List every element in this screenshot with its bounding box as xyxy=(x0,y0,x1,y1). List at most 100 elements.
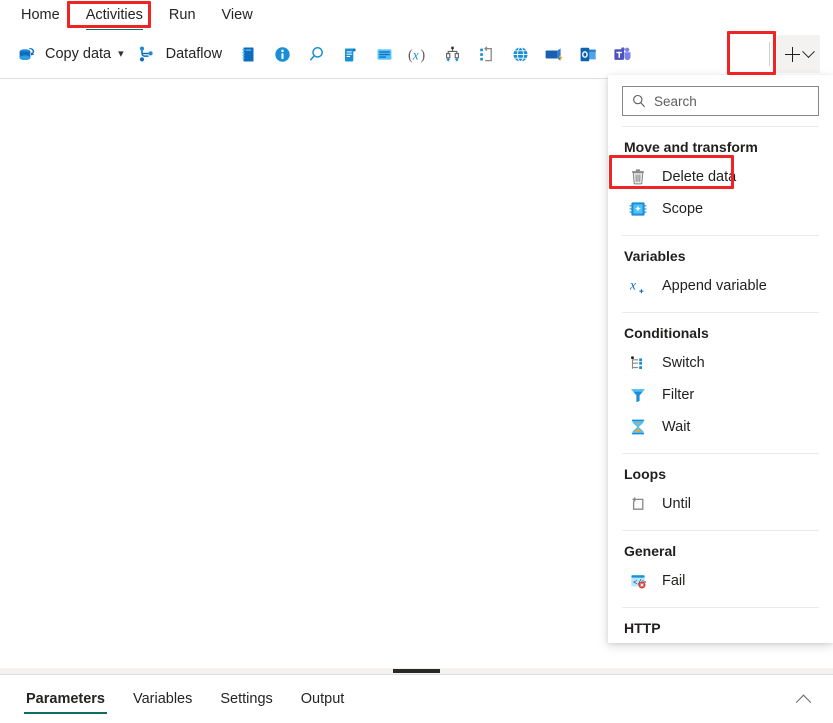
group-spacer xyxy=(622,520,819,530)
chevron-down-icon: ▾ xyxy=(118,49,124,60)
activity-item-wait[interactable]: Wait xyxy=(622,411,819,443)
tab-settings[interactable]: Settings xyxy=(206,675,286,723)
ribbon-tab-label: Home xyxy=(21,7,60,23)
search-input[interactable] xyxy=(654,94,818,109)
toolbar-script[interactable] xyxy=(334,37,366,71)
toolbar-if-condition[interactable] xyxy=(436,37,468,71)
append-variable-icon: x xyxy=(628,276,648,296)
add-activity-button[interactable] xyxy=(777,35,820,73)
svg-text:): ) xyxy=(420,47,425,63)
activity-item-label: Fail xyxy=(662,573,685,589)
azure-function-icon xyxy=(543,43,565,65)
svg-text:x: x xyxy=(629,277,636,292)
tab-parameters[interactable]: Parameters xyxy=(12,675,119,723)
ribbon-tab-activities[interactable]: Activities xyxy=(73,0,156,30)
ribbon-tab-view[interactable]: View xyxy=(209,0,266,30)
toolbar-copy-data[interactable]: Copy data ▾ xyxy=(10,37,129,71)
toolbar-item-label: Dataflow xyxy=(166,46,222,62)
pane-tab-label: Output xyxy=(301,691,345,707)
teams-icon xyxy=(611,43,633,65)
activity-group-general: General </> Fail xyxy=(622,530,819,607)
bottom-pane-resize-handle[interactable] xyxy=(0,668,833,674)
collapse-pane-button[interactable] xyxy=(789,685,817,713)
group-spacer xyxy=(622,225,819,235)
activity-group-conditionals: Conditionals Switch xyxy=(622,312,819,453)
activity-group-variables: Variables x Append variable xyxy=(622,235,819,312)
activity-group-move-and-transform: Move and transform Delete data xyxy=(622,126,819,235)
ribbon-tab-home[interactable]: Home xyxy=(8,0,73,30)
activity-item-webhook[interactable]: WebHook xyxy=(622,642,819,643)
tab-variables[interactable]: Variables xyxy=(119,675,206,723)
activity-picker-flyout: Move and transform Delete data xyxy=(608,75,833,643)
ribbon-tab-run[interactable]: Run xyxy=(156,0,209,30)
activity-item-label: Scope xyxy=(662,201,703,217)
toolbar-item-label: Copy data xyxy=(45,46,111,62)
toolbar-stored-procedure[interactable] xyxy=(368,37,400,71)
toolbar-teams[interactable] xyxy=(606,37,638,71)
activity-item-scope[interactable]: Scope xyxy=(622,193,819,225)
activity-group-http: HTTP WebHook xyxy=(622,607,819,643)
pane-tab-label: Variables xyxy=(133,691,192,707)
toolbar-get-metadata[interactable] xyxy=(266,37,298,71)
if-condition-icon xyxy=(441,43,463,65)
toolbar-web[interactable] xyxy=(504,37,536,71)
fail-icon: </> xyxy=(628,571,648,591)
activity-group-title: Variables xyxy=(622,236,819,270)
resize-grip-icon xyxy=(393,669,440,673)
activity-item-label: Until xyxy=(662,496,691,512)
stored-procedure-icon xyxy=(373,43,395,65)
chevron-down-icon xyxy=(802,45,815,58)
ribbon-tab-label: Run xyxy=(169,7,196,23)
copy-data-icon xyxy=(15,43,37,65)
toolbar-outlook[interactable] xyxy=(572,37,604,71)
outlook-icon xyxy=(577,43,599,65)
activity-item-switch[interactable]: Switch xyxy=(622,347,819,379)
activity-item-label: Switch xyxy=(662,355,705,371)
svg-text:x: x xyxy=(412,47,419,62)
toolbar-dataflow[interactable]: Dataflow xyxy=(131,37,230,71)
activity-item-label: Wait xyxy=(662,419,690,435)
toolbar-foreach[interactable] xyxy=(470,37,502,71)
activity-item-delete-data[interactable]: Delete data xyxy=(622,161,819,193)
notebook-icon xyxy=(237,43,259,65)
activity-item-filter[interactable]: Filter xyxy=(622,379,819,411)
activity-item-until[interactable]: Until xyxy=(622,488,819,520)
activity-item-label: Delete data xyxy=(662,169,736,185)
dataflow-icon xyxy=(136,43,158,65)
activity-item-fail[interactable]: </> Fail xyxy=(622,565,819,597)
plus-icon xyxy=(785,47,800,62)
ribbon-tab-label: Activities xyxy=(86,7,143,23)
chevron-up-icon xyxy=(795,694,811,710)
activity-group-title: General xyxy=(622,531,819,565)
script-icon xyxy=(339,43,361,65)
activity-group-loops: Loops Until xyxy=(622,453,819,530)
activity-item-label: Append variable xyxy=(662,278,767,294)
toolbar-notebook[interactable] xyxy=(232,37,264,71)
toolbar-lookup[interactable] xyxy=(300,37,332,71)
activities-toolbar: Copy data ▾ Dataflow xyxy=(0,30,833,79)
toolbar-azure-function[interactable] xyxy=(538,37,570,71)
bottom-pane: Parameters Variables Settings Output xyxy=(0,674,833,723)
group-spacer xyxy=(622,443,819,453)
trash-icon xyxy=(628,167,648,187)
tab-output[interactable]: Output xyxy=(287,675,359,723)
hourglass-icon xyxy=(628,417,648,437)
info-icon xyxy=(271,43,293,65)
filter-icon xyxy=(628,385,648,405)
web-icon xyxy=(509,43,531,65)
group-spacer xyxy=(622,597,819,607)
activity-group-title: HTTP xyxy=(622,608,819,642)
activity-item-append-variable[interactable]: x Append variable xyxy=(622,270,819,302)
lookup-icon xyxy=(305,43,327,65)
search-icon xyxy=(632,94,646,108)
search-container xyxy=(622,75,819,126)
activity-group-title: Loops xyxy=(622,454,819,488)
group-spacer xyxy=(622,302,819,312)
ribbon-tab-label: View xyxy=(222,7,253,23)
pane-tab-label: Settings xyxy=(220,691,272,707)
app-root: Home Activities Run View Copy data ▾ xyxy=(0,0,833,723)
toolbar-set-variable[interactable]: ( x ) xyxy=(402,37,434,71)
until-icon xyxy=(628,494,648,514)
activity-item-label: Filter xyxy=(662,387,694,403)
search-box[interactable] xyxy=(622,86,819,116)
